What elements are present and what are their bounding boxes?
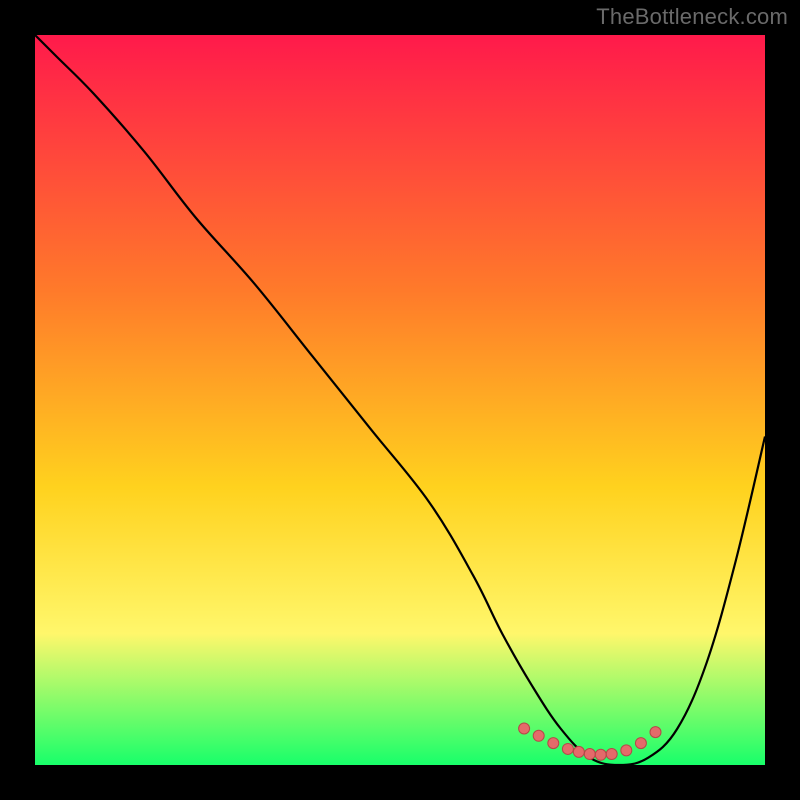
plot-area <box>35 35 765 765</box>
chart-frame: TheBottleneck.com <box>0 0 800 800</box>
marker-dot <box>519 723 530 734</box>
marker-dot <box>584 749 595 760</box>
marker-dot <box>635 738 646 749</box>
marker-dot <box>533 730 544 741</box>
marker-dot <box>606 749 617 760</box>
gradient-background <box>35 35 765 765</box>
marker-dot <box>621 745 632 756</box>
marker-dot <box>573 746 584 757</box>
marker-dot <box>595 749 606 760</box>
chart-svg <box>35 35 765 765</box>
marker-dot <box>650 727 661 738</box>
marker-dot <box>548 738 559 749</box>
marker-dot <box>562 743 573 754</box>
watermark-text: TheBottleneck.com <box>596 4 788 30</box>
